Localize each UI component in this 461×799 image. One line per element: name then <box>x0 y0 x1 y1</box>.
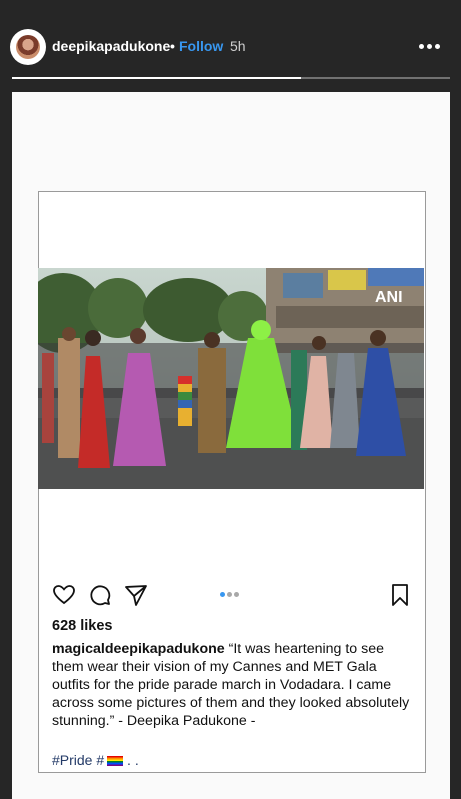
post-photo[interactable]: ANI <box>38 268 424 489</box>
follow-button[interactable]: Follow <box>179 38 223 54</box>
avatar[interactable] <box>12 31 44 63</box>
hashtag-suffix: . . <box>123 752 139 768</box>
story-header: deepikapadukone • Follow 5h <box>0 0 461 92</box>
username[interactable]: deepikapadukone <box>52 38 170 54</box>
comment-icon[interactable] <box>88 583 112 607</box>
story-progress-bar <box>12 77 450 79</box>
hashtags: #Pride # . . <box>52 752 139 768</box>
post-actions <box>52 583 412 607</box>
likes-count[interactable]: 628 likes <box>52 618 112 634</box>
share-icon[interactable] <box>124 583 148 607</box>
hashtag-pride[interactable]: #Pride # <box>52 752 104 768</box>
rainbow-flag-icon <box>107 756 124 767</box>
caption-username[interactable]: magicaldeepikapadukone <box>52 641 225 657</box>
more-options-icon[interactable] <box>418 36 442 56</box>
carousel-dot <box>227 592 232 597</box>
story-progress-fill <box>12 77 302 79</box>
post-caption: magicaldeepikapadukone “It was heartenin… <box>52 640 412 730</box>
bookmark-icon[interactable] <box>388 583 412 607</box>
carousel-dot <box>234 592 239 597</box>
separator-dot: • <box>170 38 175 54</box>
carousel-dot <box>220 592 225 597</box>
heart-icon[interactable] <box>52 583 76 607</box>
ani-watermark: ANI <box>375 289 403 306</box>
post-time: 5h <box>230 38 246 54</box>
avatar-image <box>16 35 40 59</box>
